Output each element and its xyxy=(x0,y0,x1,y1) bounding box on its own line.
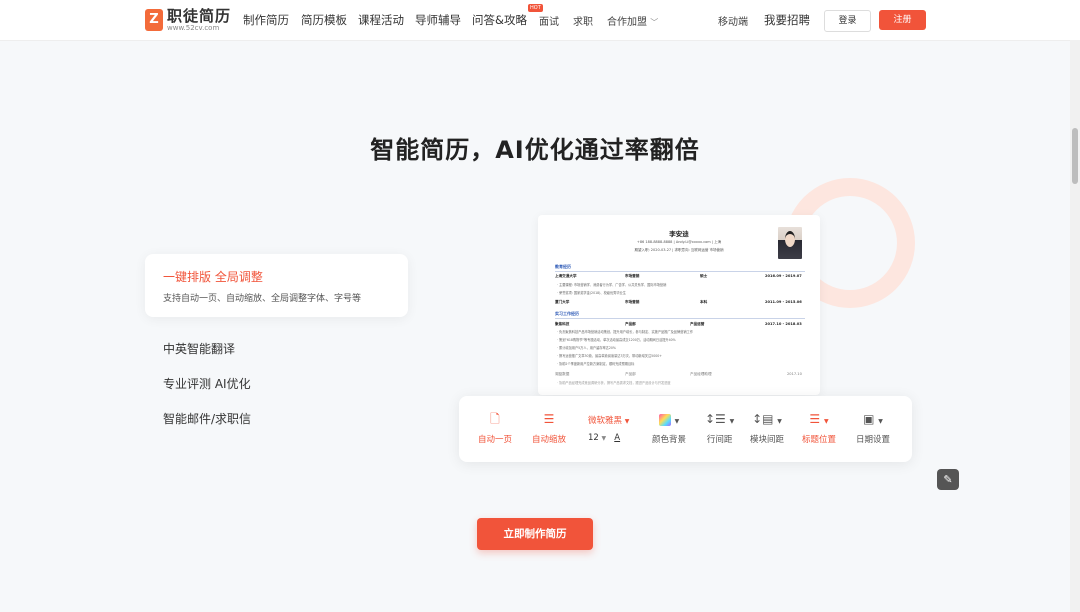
hot-badge: HOT xyxy=(528,4,543,12)
login-button[interactable]: 登录 xyxy=(824,10,871,32)
line-spacing-icon: ↕☰ ▼ xyxy=(705,412,735,426)
nav-create-resume[interactable]: 制作简历 xyxy=(243,12,289,28)
calendar-icon: ▣ ▼ xyxy=(863,412,883,426)
palette-icon xyxy=(658,413,671,426)
resume-photo-face xyxy=(785,231,795,247)
color-background-button[interactable]: ▼ 颜色背景 xyxy=(652,410,686,445)
module-spacing-icon: ↕▤ ▼ xyxy=(752,412,782,426)
page-scrollbar[interactable] xyxy=(1070,40,1080,612)
module-spacing-button[interactable]: ↕▤ ▼ 模块间距 xyxy=(750,410,784,445)
scale-icon: ☰ xyxy=(543,412,555,426)
magic-wand-icon[interactable]: ✎ xyxy=(937,469,959,490)
auto-page-button[interactable]: 🗋 自动一页 xyxy=(478,410,512,445)
section-divider xyxy=(555,318,805,319)
line-spacing-button[interactable]: ↕☰ ▼ 行间距 xyxy=(705,410,734,445)
nav-partnership[interactable]: 合作加盟 ﹀ xyxy=(607,13,658,28)
resume-toolbar: 🗋 自动一页 ☰ 自动缩放 微软雅黑 ▼ 12 ▼ A ▼ 颜色背景 ↕☰ ▼ … xyxy=(459,396,912,462)
feature-ai-review[interactable]: 专业评测 AI优化 xyxy=(163,375,251,392)
nav-mentor[interactable]: 导师辅导 xyxy=(415,12,461,28)
logo-title: 职徒简历 xyxy=(167,7,232,25)
logo-url: www.52cv.com xyxy=(167,24,220,32)
site-logo[interactable]: Z 职徒简历 www.52cv.com xyxy=(145,8,231,32)
caret-down-icon: ▼ xyxy=(601,435,607,442)
chevron-down-icon: ﹀ xyxy=(650,18,659,27)
title-position-button[interactable]: ☰ ▼ 标题位置 xyxy=(802,410,836,445)
top-navbar: Z 职徒简历 www.52cv.com 制作简历 简历模板 课程活动 导师辅导 … xyxy=(0,0,1080,41)
page-heading: 智能简历，AI优化通过率翻倍 xyxy=(370,136,700,164)
nav-qa[interactable]: 问答&攻略 xyxy=(472,12,527,28)
nav-hiring[interactable]: 我要招聘 xyxy=(764,12,810,28)
scrollbar-thumb[interactable] xyxy=(1072,128,1078,184)
font-color-icon[interactable]: A xyxy=(614,433,620,443)
create-resume-cta-button[interactable]: 立即制作简历 xyxy=(477,518,593,550)
date-setting-button[interactable]: ▣ ▼ 日期设置 xyxy=(856,410,890,445)
auto-scale-button[interactable]: ☰ 自动缩放 xyxy=(532,410,566,445)
nav-courses[interactable]: 课程活动 xyxy=(358,12,404,28)
feature-email-letter[interactable]: 智能邮件/求职信 xyxy=(163,410,251,427)
title-align-icon: ☰ ▼ xyxy=(809,412,829,426)
nav-interview[interactable]: 面试 xyxy=(539,13,559,28)
nav-jobs[interactable]: 求职 xyxy=(573,13,593,28)
nav-mobile[interactable]: 移动端 xyxy=(718,13,748,28)
resume-section-work: 实习工作经历 xyxy=(555,311,579,316)
feature-card-layout[interactable]: 一键排版 全局调整 支持自动一页、自动缩放、全局调整字体、字号等 xyxy=(145,254,408,317)
font-family-select[interactable]: 微软雅黑 ▼ xyxy=(588,414,629,426)
resume-preview: 李安迪 +86 188-8888-8888 | Andy.Li@xxxxx.co… xyxy=(538,215,820,395)
nav-resume-templates[interactable]: 简历模板 xyxy=(301,12,347,28)
feature-description: 支持自动一页、自动缩放、全局调整字体、字号等 xyxy=(163,294,362,304)
caret-down-icon: ▼ xyxy=(624,418,630,425)
document-icon: 🗋 xyxy=(490,412,500,426)
resume-section-education: 教育经历 xyxy=(555,264,571,269)
section-divider xyxy=(555,271,805,272)
font-size-select[interactable]: 12 ▼ A xyxy=(588,433,620,443)
feature-translation[interactable]: 中英智能翻译 xyxy=(163,340,235,357)
feature-title: 一键排版 全局调整 xyxy=(163,270,263,284)
register-button[interactable]: 注册 xyxy=(879,10,926,30)
logo-icon: Z xyxy=(145,9,163,31)
